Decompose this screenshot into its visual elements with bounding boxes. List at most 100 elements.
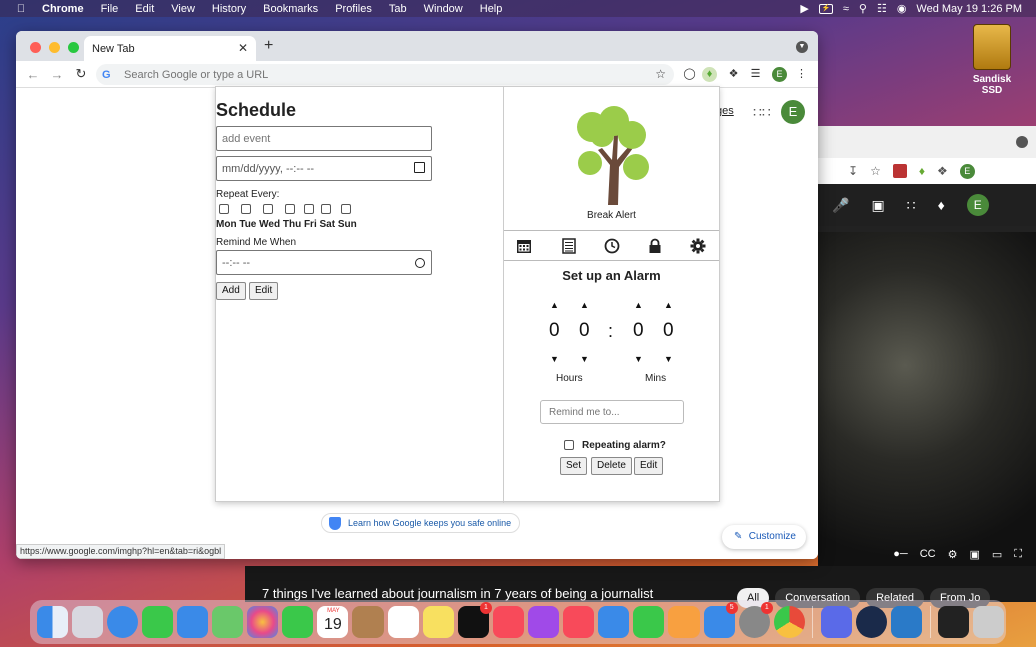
repeat-sat-checkbox[interactable]: [321, 204, 331, 214]
tab-menu-icon[interactable]: [1016, 136, 1028, 148]
delete-button[interactable]: Delete: [591, 457, 632, 475]
menu-window[interactable]: Window: [424, 3, 463, 15]
bell-icon[interactable]: ♦: [938, 197, 945, 213]
control-center-icon[interactable]: ☷: [877, 2, 887, 15]
set-button[interactable]: Set: [560, 457, 588, 475]
forward-icon[interactable]: →: [50, 67, 64, 82]
edit-alarm-button[interactable]: Edit: [634, 457, 664, 475]
steam-icon[interactable]: [855, 606, 888, 638]
news-icon[interactable]: [563, 606, 595, 638]
safety-link[interactable]: Learn how Google keeps you safe online: [321, 513, 521, 533]
time-input[interactable]: --:-- --: [216, 250, 432, 275]
photos-icon[interactable]: [247, 606, 279, 638]
bookmark-star-icon[interactable]: ☆: [870, 164, 881, 178]
menu-help[interactable]: Help: [480, 3, 503, 15]
puzzle-icon[interactable]: ❖: [937, 164, 948, 178]
apps-grid-icon[interactable]: ∷∷: [753, 104, 771, 121]
apple-icon[interactable]: : [14, 3, 28, 15]
menu-app-name[interactable]: Chrome: [42, 3, 84, 15]
launchpad-icon[interactable]: [71, 606, 103, 638]
reload-icon[interactable]: ↻: [74, 66, 88, 82]
hours-ones-up-icon[interactable]: ▲: [580, 300, 589, 310]
system-preferences-icon[interactable]: 1: [738, 602, 773, 638]
vscode-icon[interactable]: [891, 606, 923, 638]
video-player[interactable]: ●─ CC ⚙ ▣ ▭ ⛶: [818, 232, 1036, 566]
lock-icon[interactable]: [647, 238, 663, 254]
tab-search-icon[interactable]: ▼: [796, 41, 808, 53]
siri-icon[interactable]: ◉: [897, 2, 907, 15]
app-store-icon[interactable]: 5: [703, 602, 738, 638]
avatar[interactable]: E: [781, 100, 805, 124]
finder-icon[interactable]: [36, 606, 68, 638]
video-title[interactable]: 7 things I've learned about journalism i…: [262, 586, 653, 601]
mins-tens-up-icon[interactable]: ▲: [634, 300, 643, 310]
safari-icon[interactable]: [106, 606, 138, 638]
settings-gear-icon[interactable]: ⚙: [948, 548, 958, 561]
discord-icon[interactable]: [820, 606, 852, 638]
tab-new-tab[interactable]: New Tab ✕: [84, 36, 256, 61]
apple-tv-icon[interactable]: 1: [457, 602, 492, 638]
menu-edit[interactable]: Edit: [135, 3, 154, 15]
captions-icon[interactable]: CC: [920, 548, 936, 560]
avatar[interactable]: E: [966, 194, 989, 216]
calendar-icon[interactable]: [516, 238, 532, 254]
music-icon[interactable]: [492, 606, 525, 638]
bookmark-star-icon[interactable]: ☆: [655, 67, 666, 81]
menu-profiles[interactable]: Profiles: [335, 3, 372, 15]
tree-extension-icon[interactable]: ♦: [919, 164, 925, 178]
pages-icon[interactable]: [668, 606, 700, 638]
customize-button[interactable]: ✎ Customize: [722, 525, 806, 549]
reading-list-icon[interactable]: ☰: [748, 67, 763, 82]
gear-icon[interactable]: [690, 238, 706, 254]
reminders-icon[interactable]: [387, 606, 419, 638]
hours-tens-down-icon[interactable]: ▼: [550, 354, 559, 364]
menu-bookmarks[interactable]: Bookmarks: [263, 3, 318, 15]
hours-ones-down-icon[interactable]: ▼: [580, 354, 589, 364]
terminal-icon[interactable]: [938, 606, 970, 638]
fullscreen-icon[interactable]: ⛶: [1014, 548, 1022, 561]
search-icon[interactable]: ⚲: [859, 2, 867, 15]
keynote-icon[interactable]: [598, 606, 630, 638]
mins-ones-up-icon[interactable]: ▲: [664, 300, 673, 310]
avatar[interactable]: E: [772, 67, 787, 82]
puzzle-icon[interactable]: ❖: [726, 67, 741, 82]
omnibox[interactable]: G ☆: [96, 64, 674, 85]
autoplay-toggle[interactable]: ●─: [893, 548, 907, 560]
close-tab-icon[interactable]: ✕: [238, 41, 248, 55]
repeat-fri-checkbox[interactable]: [304, 204, 314, 214]
avatar[interactable]: E: [959, 163, 975, 179]
mins-ones-down-icon[interactable]: ▼: [664, 354, 673, 364]
datetime-input[interactable]: mm/dd/yyyy, --:-- --: [216, 156, 432, 181]
mail-icon[interactable]: [176, 606, 209, 638]
back-icon[interactable]: ←: [26, 67, 40, 82]
menu-file[interactable]: File: [101, 3, 119, 15]
menu-view[interactable]: View: [171, 3, 195, 15]
new-tab-button[interactable]: +: [264, 37, 273, 55]
repeating-alarm-checkbox[interactable]: [564, 440, 574, 450]
repeat-thu-checkbox[interactable]: [285, 204, 295, 214]
desktop-drive[interactable]: Sandisk SSD: [962, 24, 1022, 96]
repeat-tue-checkbox[interactable]: [241, 204, 251, 214]
menubar-clock[interactable]: Wed May 19 1:26 PM: [916, 3, 1022, 15]
close-window-button[interactable]: [30, 42, 41, 53]
background-browser-window[interactable]: ↧ ☆ ♦ ❖ E 🎤 ▣ ∷ ♦ E ●─ CC ⚙ ▣ ▭ ⛶: [818, 126, 1036, 566]
minimize-window-button[interactable]: [49, 42, 60, 53]
maps-icon[interactable]: [212, 606, 244, 638]
add-button[interactable]: Add: [216, 282, 246, 300]
omnibox-input[interactable]: [124, 68, 624, 81]
miniplayer-icon[interactable]: ▣: [969, 548, 979, 561]
podcasts-icon[interactable]: [528, 606, 560, 638]
clock-icon[interactable]: [604, 238, 620, 254]
theater-mode-icon[interactable]: ▭: [992, 548, 1002, 561]
microphone-icon[interactable]: 🎤: [832, 197, 849, 214]
facetime-icon[interactable]: [282, 606, 314, 638]
contacts-icon[interactable]: [352, 606, 384, 638]
battery-icon[interactable]: ⚡: [818, 3, 833, 14]
calendar-icon[interactable]: MAY 19: [317, 606, 349, 638]
menu-tab[interactable]: Tab: [389, 3, 407, 15]
wifi-icon[interactable]: ≈: [843, 3, 849, 15]
numbers-icon[interactable]: [633, 606, 665, 638]
list-icon[interactable]: [561, 238, 577, 254]
chrome-icon[interactable]: [773, 606, 805, 638]
menu-history[interactable]: History: [212, 3, 246, 15]
